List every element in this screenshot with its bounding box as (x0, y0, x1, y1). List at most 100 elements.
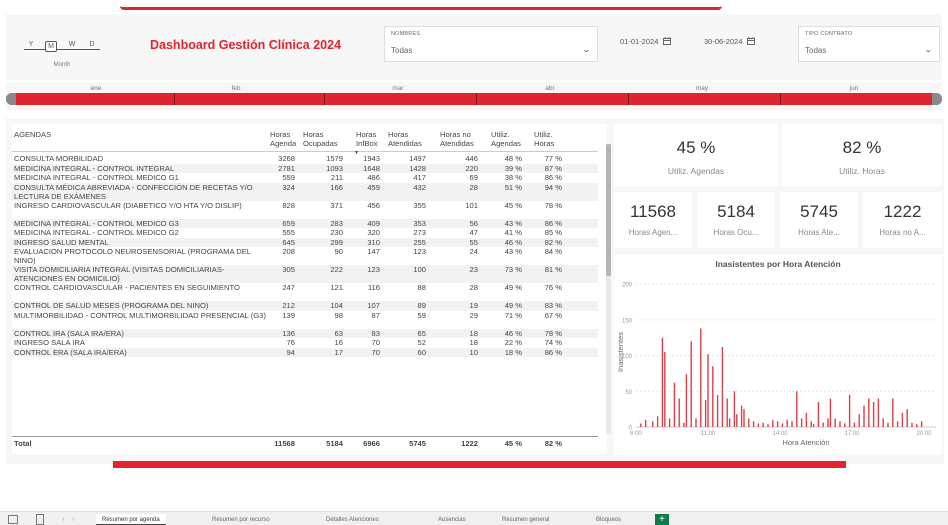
add-page-button[interactable]: + (655, 514, 669, 525)
table-row[interactable]: MEDICINA INTEGRAL - CONTROL MEDICO G1 559… (12, 173, 598, 183)
table-cell: 18 % (504, 347, 522, 357)
bar (678, 398, 680, 427)
table-row[interactable]: INGRESO SALUD MENTAL 645 299 310 255 55 46 % 82… (12, 237, 598, 247)
hierarchy-week[interactable]: W (66, 41, 78, 48)
table-row[interactable]: INGRESO CARDIOVASCULAR (DIABETICO Y/O HT… (12, 201, 598, 219)
month-range-bar[interactable] (6, 93, 942, 105)
table-cell: 283 (330, 218, 343, 228)
bar (733, 391, 736, 427)
tipo-contrato-dropdown[interactable]: TIPO CONTRATO Todas ⌄ (798, 26, 940, 62)
page-tab[interactable]: Bloqueos (590, 514, 627, 525)
table-cell: 86 % (544, 173, 562, 182)
table-cell: 18 (469, 328, 478, 338)
prev-page-icon[interactable]: ‹ (62, 514, 64, 525)
table-row[interactable]: CONSULTA MÉDICA ABREVIADA - CONFECCIÓN D… (12, 182, 598, 201)
month-divider (476, 93, 477, 105)
table-cell: 69 (469, 173, 478, 182)
date-to-field[interactable]: 30-06-2024 (704, 33, 756, 51)
page-tab[interactable]: Resumen por recurso (206, 514, 276, 525)
table-row[interactable]: VISITA DOMICILIARIA INTEGRAL (VISITAS DO… (12, 265, 598, 283)
table-cell: 83 % (544, 301, 562, 310)
table-cell: 47 (469, 228, 478, 237)
month-label: feb (231, 85, 241, 92)
table-row[interactable]: MEDICINA INTEGRAL - CONTROL MEDICO G2 555… (12, 228, 598, 238)
next-page-icon[interactable]: › (72, 514, 74, 525)
bar (796, 391, 798, 427)
kpi-value: 5745 (800, 202, 838, 221)
kpi-horas-no-atendidas: 1222 Horas no A... (863, 192, 942, 248)
col-horas-ocupadas[interactable]: Horas Ocupadas (303, 130, 339, 148)
page-view-icon[interactable] (8, 515, 18, 524)
bar (834, 418, 836, 427)
agenda-name-cell: INGRESO CARDIOVASCULAR (DIABETICO Y/O HT… (14, 200, 242, 210)
page-tab[interactable]: Ausencias (432, 514, 472, 525)
bar (704, 399, 707, 427)
range-start-handle[interactable] (6, 93, 16, 105)
table-cell: 222 (330, 265, 343, 274)
table-cell: 28 (469, 283, 478, 292)
month-divider (780, 93, 781, 105)
kpi-value: 82 % (842, 138, 882, 157)
date-range-slicer: 01-01-2024 30-06-2024 (614, 26, 780, 66)
bar (896, 421, 899, 427)
table-cell: 46 % (504, 237, 522, 247)
bar (858, 414, 860, 427)
table-row[interactable]: CONTROL CARDIOVASCULAR - PACIENTES EN SE… (12, 283, 598, 301)
table-cell: 10 (469, 347, 478, 357)
hierarchy-day[interactable]: D (86, 41, 98, 48)
table-cell: 49 % (504, 301, 522, 310)
col-utiliz-agendas[interactable]: Utiliz. Agendas (491, 130, 523, 148)
kpi-horas-agenda: 11568 Horas Agen... (614, 192, 692, 248)
page-tab[interactable]: Resumen general (496, 514, 555, 525)
bar (762, 422, 764, 427)
table-cell: 59 (417, 310, 426, 320)
table-row[interactable]: CONSULTA MORBILIDAD 3268 1579 1943 1497 446 48… (12, 154, 598, 164)
scrollbar-thumb[interactable] (606, 144, 611, 276)
table-row[interactable]: MULTIMORBILIDAD - CONTROL MULTIMORBILIDA… (12, 311, 598, 329)
date-hierarchy-slicer[interactable]: Y M W D Month (22, 33, 102, 68)
kpi-label: Horas Ocu... (713, 228, 759, 237)
table-cell: 16 (334, 338, 343, 347)
agenda-name-cell: CONTROL CARDIOVASCULAR - PACIENTES EN SE… (14, 283, 240, 292)
table-row[interactable]: MEDICINA INTEGRAL - CONTROL INTEGRAL 2781… (12, 163, 598, 173)
bar (656, 416, 659, 427)
col-utiliz-horas[interactable]: Utiliz. Horas (534, 130, 562, 148)
col-agendas[interactable]: AGENDAS (14, 130, 51, 139)
date-from-field[interactable]: 01-01-2024 (620, 33, 672, 51)
table-row[interactable]: CONTROL ERA (SALA IRA/ERA) 94 17 70 60 10 18 %… (12, 347, 598, 357)
table-cell: 136 (282, 328, 295, 338)
table-row[interactable]: CONTROL IRA (SALA IRA/ERA) 136 63 83 65 18 46 … (12, 328, 598, 338)
table-cell: 104 (330, 301, 343, 310)
inasistentes-chart: Inasistentes por Hora Atención 0 50 100 150… (614, 255, 942, 455)
table-cell: 84 % (544, 247, 562, 256)
chevron-down-icon: ⌄ (581, 45, 592, 54)
hierarchy-month[interactable]: M (45, 41, 57, 52)
total-cell: 5184 (326, 439, 343, 448)
agenda-name-cell: CONTROL ERA (SALA IRA/ERA) (14, 347, 127, 357)
table-cell: 208 (282, 247, 295, 256)
table-scrollbar[interactable] (606, 144, 611, 434)
table-row[interactable]: MEDICINA INTEGRAL - CONTROL MEDICO G3 659… (12, 218, 598, 228)
bar (640, 423, 642, 427)
nombres-label: NOMBRES (391, 31, 421, 37)
page-tab[interactable]: Resumen por agenda (96, 514, 166, 525)
nombres-dropdown[interactable]: NOMBRES Todas ⌄ (384, 26, 598, 62)
table-cell: 51 % (504, 182, 522, 192)
table-cell: 77 % (544, 154, 562, 163)
page-tab[interactable]: Detalles Atenciones (320, 514, 385, 525)
bar (767, 424, 769, 427)
col-horas-atendidas[interactable]: Horas Atendidas (388, 130, 426, 148)
col-horas-no-atendidas[interactable]: Horas no Atendidas (440, 130, 480, 148)
col-horas-agenda[interactable]: Horas Agenda (270, 130, 300, 148)
table-cell: 28 (469, 182, 478, 192)
hierarchy-year[interactable]: Y (25, 41, 37, 48)
table-cell: 371 (330, 200, 343, 210)
table-row[interactable]: CONTROL DE SALUD MESES (PROGRAMA DEL NIN… (12, 301, 598, 311)
page-fit-icon[interactable] (36, 514, 44, 525)
table-cell: 101 (465, 200, 478, 210)
table-cell: 76 (286, 338, 295, 347)
col-horas-infbox[interactable]: Horas InfBox (356, 130, 382, 148)
table-row[interactable]: EVALUACION PROTOCOLO NEUROSENSORIAL (PRO… (12, 247, 598, 265)
table-cell: 56 (469, 218, 478, 228)
table-row[interactable]: INGRESO SALA IRA 76 16 70 52 18 22 % 74 % (12, 338, 598, 348)
